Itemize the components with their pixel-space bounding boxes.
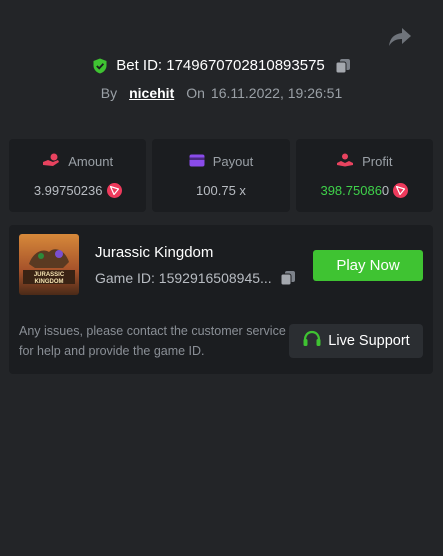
game-thumbnail[interactable]: JURASSIC KINGDOM [19,234,79,295]
headset-icon [302,330,322,352]
bet-datetime: 16.11.2022, 19:26:51 [210,85,343,101]
game-card: JURASSIC KINGDOM Jurassic Kingdom Game I… [9,225,433,374]
profit-label: Profit [362,154,393,169]
live-support-label: Live Support [328,333,410,349]
amount-card: Amount 3.99750236 [9,139,147,212]
profit-card: Profit 398.750860 [295,139,433,212]
game-id-label: Game ID: [95,270,155,286]
on-label: On [186,85,205,101]
amount-value: 3.99750236 [33,183,103,198]
game-title[interactable]: Jurassic Kingdom [95,244,213,261]
profit-value: 398.750860 [320,183,389,198]
profit-value-tail: 0 [381,183,390,198]
trx-icon [106,183,122,198]
copy-icon[interactable] [335,58,351,74]
play-now-button[interactable]: Play Now [313,250,423,281]
verified-shield-icon [92,58,108,74]
amount-label: Amount [68,154,114,169]
support-notice: Any issues, please contact the customer … [19,324,286,358]
payout-value: 100.75 x [196,182,246,198]
bet-stats: Amount 3.99750236 Payout 100.75 x Profit… [9,139,433,212]
username-link[interactable]: nicehit [129,85,174,101]
bet-id-row: Bet ID: 1749670702810893575 [0,57,443,74]
svg-text:JURASSIC: JURASSIC [34,272,65,278]
bet-id-label: Bet ID: [116,57,163,74]
card-icon [189,154,205,170]
payout-card: Payout 100.75 x [152,139,290,212]
by-label: By [100,85,118,101]
user-hand-icon [336,153,354,170]
share-icon[interactable] [388,26,412,48]
game-id-text: Game ID: 1592916508945... [95,270,272,286]
coins-hand-icon [42,153,60,170]
payout-label: Payout [212,154,254,169]
trx-icon [393,183,409,198]
live-support-button[interactable]: Live Support [289,324,423,358]
svg-text:KINGDOM: KINGDOM [35,279,64,285]
game-id-row: Game ID: 1592916508945... [95,270,296,286]
bet-id-value: 1749670702810893575 [166,57,325,74]
copy-game-id-icon[interactable] [280,270,296,286]
profit-value-main: 398.75086 [320,183,382,198]
game-id-value: 1592916508945... [158,270,272,286]
bet-id-text: Bet ID: 1749670702810893575 [116,57,325,74]
bet-meta-row: By nicehit On 16.11.2022, 19:26:51 [0,85,443,101]
